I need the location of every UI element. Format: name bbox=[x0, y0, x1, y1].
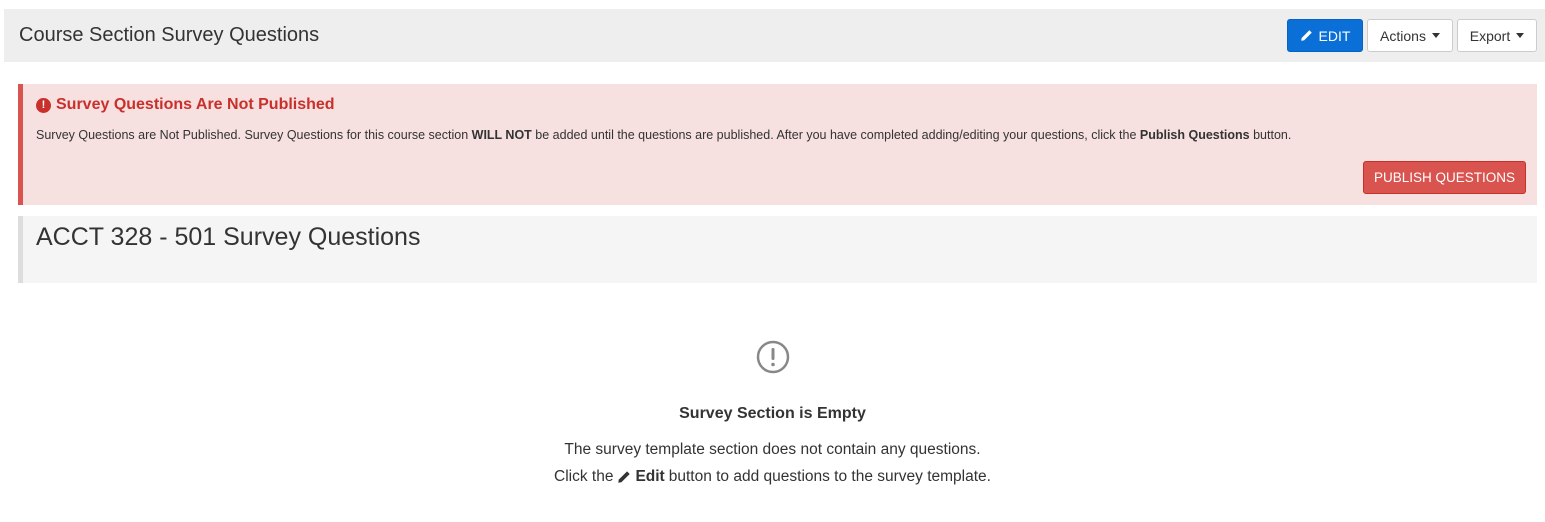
unpublished-alert: ! Survey Questions Are Not Published Sur… bbox=[18, 84, 1537, 205]
section-panel: ACCT 328 - 501 Survey Questions bbox=[18, 216, 1537, 283]
alert-message-part1: Survey Questions are Not Published. Surv… bbox=[36, 128, 472, 142]
edit-button[interactable]: EDIT bbox=[1287, 19, 1363, 52]
alert-title-text: Survey Questions Are Not Published bbox=[56, 96, 335, 113]
caret-down-icon bbox=[1516, 33, 1525, 38]
exclamation-circle-icon bbox=[756, 340, 789, 374]
empty-state-line1: The survey template section does not con… bbox=[564, 441, 981, 458]
empty-state-title: Survey Section is Empty bbox=[679, 405, 866, 422]
actions-dropdown-button[interactable]: Actions bbox=[1367, 19, 1453, 52]
empty-state-line2-suffix: button to add questions to the survey te… bbox=[668, 468, 991, 485]
alert-message-bold2: Publish Questions bbox=[1139, 128, 1250, 142]
actions-button-label: Actions bbox=[1380, 27, 1426, 44]
publish-questions-button[interactable]: PUBLISH QUESTIONS bbox=[1363, 161, 1526, 194]
alert-message-part3: button. bbox=[1249, 128, 1292, 142]
page-header: Course Section Survey Questions EDIT Act… bbox=[4, 9, 1545, 62]
export-button-label: Export bbox=[1469, 27, 1511, 44]
caret-down-icon bbox=[1431, 33, 1440, 38]
header-actions: EDIT Actions Export bbox=[1287, 19, 1537, 52]
pencil-icon bbox=[1300, 30, 1312, 41]
alert-message: Survey Questions are Not Published. Surv… bbox=[36, 128, 1525, 142]
pencil-icon bbox=[618, 471, 631, 483]
alert-message-part2: be added until the questions are publish… bbox=[531, 128, 1140, 142]
empty-state: Survey Section is Empty The survey templ… bbox=[0, 340, 1545, 486]
empty-state-line2-bold: Edit bbox=[635, 468, 665, 485]
alert-title: ! Survey Questions Are Not Published bbox=[36, 96, 1525, 114]
exclamation-circle-icon: ! bbox=[36, 97, 51, 113]
edit-button-label: EDIT bbox=[1318, 27, 1351, 44]
empty-state-line2-prefix: Click the bbox=[554, 468, 614, 485]
export-dropdown-button[interactable]: Export bbox=[1457, 19, 1537, 52]
alert-message-bold1: WILL NOT bbox=[471, 128, 532, 142]
section-title: ACCT 328 - 501 Survey Questions bbox=[36, 223, 421, 251]
page-title: Course Section Survey Questions bbox=[19, 24, 320, 46]
empty-state-line2: Click the Edit button to add questions t… bbox=[554, 468, 991, 486]
